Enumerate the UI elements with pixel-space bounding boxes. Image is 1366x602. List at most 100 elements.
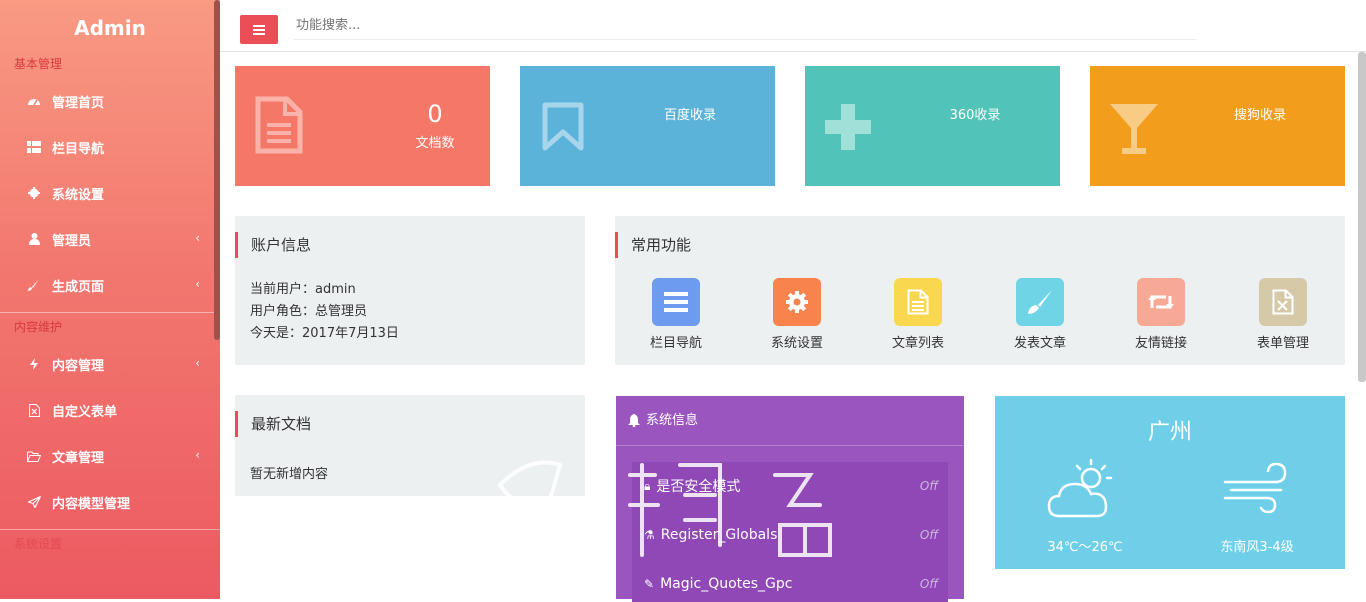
panel-title: 账户信息: [235, 232, 311, 258]
sidebar-item-admin[interactable]: 管理员 ‹: [0, 216, 220, 262]
sidebar-item-label: 栏目导航: [52, 141, 105, 157]
status-badge: Off: [919, 479, 938, 493]
system-row-label: Magic_Quotes_Gpc: [660, 576, 793, 592]
shortcut-links[interactable]: 友情链接: [1111, 278, 1211, 351]
shortcut-label: 栏目导航: [649, 336, 702, 351]
top-bar: [220, 0, 1366, 52]
bolt-icon: [26, 356, 42, 372]
system-info-title: 系统信息: [646, 412, 699, 428]
list-item: ✎ Magic_Quotes_Gpc Off: [644, 574, 944, 594]
shortcut-label: 发表文章: [1013, 336, 1066, 351]
sidebar-item-model[interactable]: 内容模型管理: [0, 479, 220, 525]
sidebar-item-label: 管理员: [52, 233, 92, 249]
system-info-panel: 系统信息 🔒︎ 是否安全模式 Off ⚗︎ Register_Globals O…: [616, 396, 964, 602]
weather-wind: 东南风3-4级: [1220, 540, 1294, 555]
list-item: 🔒︎ 是否安全模式 Off: [644, 476, 944, 496]
hamburger-icon: [253, 24, 265, 35]
empty-message: 暂无新增内容: [250, 467, 329, 482]
chevron-left-icon: ‹: [195, 356, 200, 370]
user-icon: [26, 231, 42, 247]
sidebar-section-title: 系统设置: [14, 537, 63, 551]
shortcut-forms[interactable]: 表单管理: [1233, 278, 1333, 351]
stat-value: 0: [427, 100, 443, 128]
excel-file-icon: [1259, 278, 1307, 326]
sidebar-item-articles[interactable]: 文章管理 ‹: [0, 433, 220, 479]
sidebar-item-label: 自定义表单: [52, 404, 118, 420]
stat-label: 百度收录: [663, 108, 716, 123]
system-info-list: 🔒︎ 是否安全模式 Off ⚗︎ Register_Globals Off ✎ …: [632, 462, 948, 602]
sidebar-item-label: 系统设置: [52, 187, 105, 203]
sidebar-item-label: 生成页面: [52, 279, 105, 295]
common-functions-panel: 常用功能 栏目导航 系统设置 文章列表 发表文章 友情链接 表单管理: [615, 216, 1345, 365]
shortcut-nav[interactable]: 栏目导航: [626, 278, 726, 351]
glass-icon: [1108, 102, 1160, 160]
brush-icon: [1016, 278, 1064, 326]
weather-widget: 广州 34℃～26℃ 东南风3-4级: [995, 396, 1345, 569]
weather-temperature: 34℃～26℃: [1047, 540, 1123, 555]
weather-city: 广州: [1147, 420, 1192, 445]
document-icon: [255, 96, 303, 158]
retweet-icon: [1137, 278, 1185, 326]
chevron-left-icon: ‹: [195, 448, 200, 462]
panel-title: 常用功能: [615, 232, 691, 258]
partly-cloudy-icon: [1047, 458, 1113, 518]
sidebar-section-title: 内容维护: [14, 320, 63, 334]
sidebar-item-label: 内容管理: [52, 358, 105, 374]
shortcut-settings[interactable]: 系统设置: [747, 278, 847, 351]
menu-toggle-button[interactable]: [240, 15, 278, 44]
shortcut-label: 文章列表: [891, 336, 944, 351]
shortcut-label: 系统设置: [770, 336, 823, 351]
shortcut-article-list[interactable]: 文章列表: [868, 278, 968, 351]
gear-icon: [26, 185, 42, 201]
stat-card-sogou[interactable]: 搜狗收录: [1090, 66, 1345, 186]
sidebar-item-settings[interactable]: 系统设置: [0, 170, 220, 216]
sidebar: Admin 基本管理 管理首页 栏目导航 系统设置 管理员 ‹ 生成页面 ‹ 内…: [0, 0, 220, 599]
system-info-header: 系统信息: [616, 396, 964, 446]
today-date: 今天是：2017年7月13日: [250, 326, 399, 341]
bookmark-icon: [542, 102, 584, 156]
flask-icon: ⚗︎: [644, 528, 655, 542]
sidebar-item-label: 内容模型管理: [52, 496, 131, 512]
list-item: ⚗︎ Register_Globals Off: [644, 525, 944, 545]
stat-card-360[interactable]: 360收录: [805, 66, 1060, 186]
panel-title: 最新文档: [235, 411, 311, 437]
lock-icon: 🔒︎: [644, 478, 651, 493]
document-icon: [894, 278, 942, 326]
stat-label: 360收录: [949, 108, 1001, 123]
sidebar-item-content[interactable]: 内容管理 ‹: [0, 341, 220, 387]
wand-icon: ✎: [644, 577, 655, 591]
dashboard-icon: [26, 93, 42, 109]
bell-icon: [628, 414, 640, 427]
current-user: 当前用户：admin: [250, 282, 356, 297]
user-role: 用户角色：总管理员: [250, 304, 368, 319]
brush-icon: [26, 277, 42, 293]
folder-open-icon: [26, 448, 42, 464]
list-icon: [652, 278, 700, 326]
paper-plane-icon: [26, 494, 42, 510]
shortcut-label: 表单管理: [1256, 336, 1309, 351]
search-input[interactable]: [294, 12, 1196, 40]
page-scrollbar[interactable]: [1358, 52, 1366, 382]
sidebar-item-label: 管理首页: [52, 95, 105, 111]
chevron-left-icon: ‹: [195, 277, 200, 291]
sidebar-item-generate[interactable]: 生成页面 ‹: [0, 262, 220, 308]
shortcut-label: 友情链接: [1134, 336, 1187, 351]
latest-documents-panel: 最新文档 暂无新增内容: [235, 395, 585, 496]
sidebar-item-custom-form[interactable]: 自定义表单: [0, 387, 220, 433]
list-icon: [26, 139, 42, 155]
brand-logo: Admin: [74, 16, 146, 40]
gear-icon: [773, 278, 821, 326]
excel-file-icon: [26, 402, 42, 418]
stat-card-documents[interactable]: 0 文档数: [235, 66, 490, 186]
stat-label: 搜狗收录: [1233, 108, 1286, 123]
stat-card-baidu[interactable]: 百度收录: [520, 66, 775, 186]
stat-label: 文档数: [415, 136, 455, 151]
sidebar-item-home[interactable]: 管理首页: [0, 78, 220, 124]
system-row-label: 是否安全模式: [656, 479, 741, 495]
status-badge: Off: [919, 528, 938, 542]
status-badge: Off: [919, 577, 938, 591]
system-row-label: Register_Globals: [660, 527, 778, 543]
sidebar-item-nav[interactable]: 栏目导航: [0, 124, 220, 170]
shortcut-publish[interactable]: 发表文章: [990, 278, 1090, 351]
chevron-left-icon: ‹: [195, 231, 200, 245]
